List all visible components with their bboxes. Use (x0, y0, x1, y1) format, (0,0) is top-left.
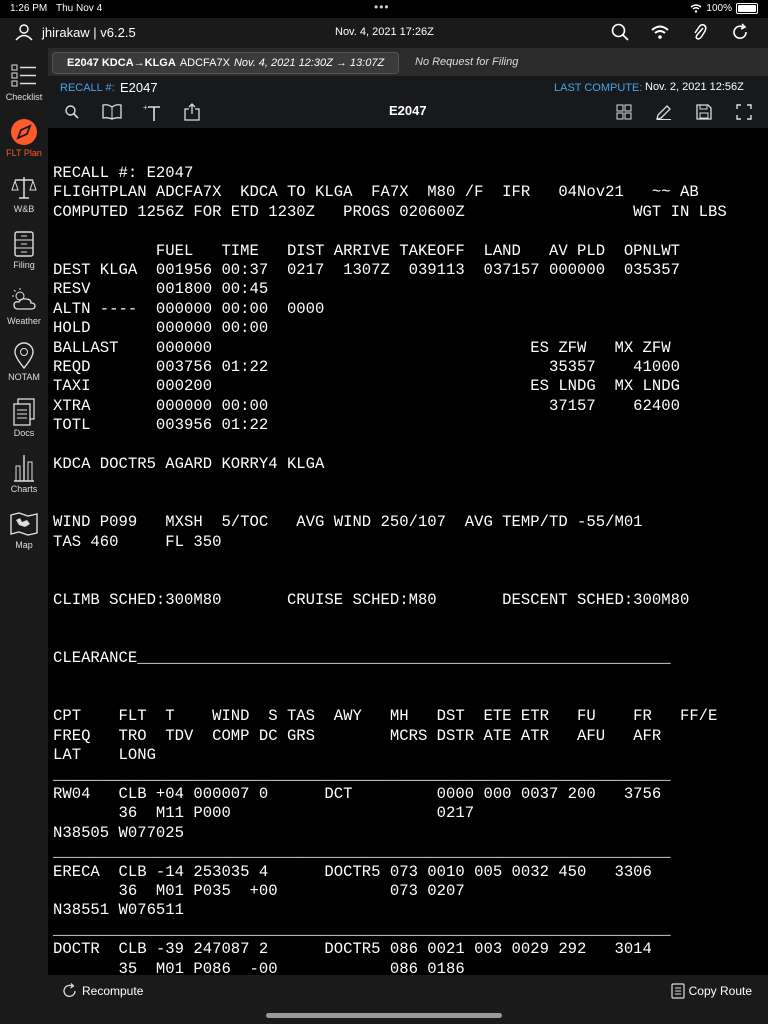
sidebar-item-label: FLT Plan (6, 148, 42, 158)
flight-plan-text: RECALL #: E2047 FLIGHTPLAN ADCFA7X KDCA … (53, 164, 727, 975)
sidebar-item-docs[interactable]: Docs (0, 392, 48, 448)
sidebar-item-notam[interactable]: NOTAM (0, 336, 48, 392)
sidebar-item-charts[interactable]: Charts (0, 448, 48, 504)
grid-icon[interactable] (614, 102, 634, 122)
sidebar-item-label: Charts (10, 484, 38, 494)
svg-text:+: + (143, 103, 148, 112)
flight-tab[interactable]: E2047 KDCA→KLGA ADCFA7X Nov. 4, 2021 12:… (52, 52, 400, 74)
sidebar-item-checklist[interactable]: Checklist (0, 56, 48, 112)
location-icon (10, 342, 38, 370)
tab-aircraft: ADCFA7X (179, 57, 230, 69)
pencil-icon[interactable] (654, 102, 674, 122)
sidebar-item-label: W&B (13, 204, 35, 214)
battery-percent: 100% (706, 3, 732, 14)
battery-status: 100% (690, 3, 758, 14)
sidebar-item-filing[interactable]: Filing (0, 224, 48, 280)
recompute-button[interactable]: Recompute (62, 983, 143, 999)
document-title: E2047 (389, 103, 427, 118)
chart-icon (10, 454, 38, 482)
search-icon[interactable] (62, 102, 82, 122)
filing-icon (10, 230, 38, 258)
sidebar-item-label: Checklist (5, 92, 43, 102)
map-icon (10, 510, 38, 538)
battery-fill (738, 5, 756, 12)
sidebar-item-wb[interactable]: W&B (0, 168, 48, 224)
weather-icon (10, 286, 38, 314)
flight-plan-document[interactable]: RECALL #: E2047 FLIGHTPLAN ADCFA7X KDCA … (48, 128, 768, 975)
share-icon[interactable] (182, 102, 202, 122)
recall-header: RECALL #: E2047 LAST COMPUTE: Nov. 2, 20… (48, 76, 768, 98)
home-indicator[interactable] (266, 1013, 502, 1018)
sidebar-item-label: NOTAM (8, 372, 40, 382)
last-compute-label: LAST COMPUTE: (554, 82, 643, 94)
last-compute-value: Nov. 2, 2021 12:56Z (645, 81, 744, 93)
wifi-status-icon (690, 4, 702, 13)
sidebar-item-flt-plan[interactable]: FLT Plan (0, 112, 48, 168)
battery-icon (736, 3, 758, 14)
text-size-icon[interactable]: + (142, 102, 162, 122)
refresh-icon[interactable] (730, 22, 750, 42)
recompute-label: Recompute (82, 984, 144, 998)
sidebar: Checklist FLT Plan W&B Filing Weather NO… (0, 48, 48, 1024)
compass-icon (10, 118, 38, 146)
sidebar-item-label: Map (15, 540, 33, 550)
document-toolbar: + E2047 (48, 98, 768, 128)
sidebar-item-weather[interactable]: Weather (0, 280, 48, 336)
sidebar-item-label: Weather (7, 316, 41, 326)
checklist-icon (10, 62, 38, 90)
sidebar-item-label: Filing (13, 260, 35, 270)
app-header: jhirakaw | v6.2.5 Nov. 4, 2021 17:26Z (0, 18, 768, 48)
sidebar-item-label: Docs (13, 428, 35, 438)
scale-icon (10, 174, 38, 202)
tab-time: Nov. 4, 2021 12:30Z → 13:07Z (233, 57, 385, 69)
recall-label: RECALL #: (60, 82, 115, 94)
header-actions (610, 22, 750, 42)
copy-route-button[interactable]: Copy Route (671, 983, 752, 999)
user-account[interactable]: jhirakaw | v6.2.5 (14, 22, 136, 42)
search-icon[interactable] (610, 22, 630, 42)
recall-value: E2047 (120, 80, 158, 95)
save-icon[interactable] (694, 102, 714, 122)
header-datetime: Nov. 4, 2021 17:26Z (335, 26, 434, 38)
recompute-icon (63, 983, 76, 997)
wifi-icon[interactable] (650, 22, 670, 42)
user-icon (15, 24, 33, 41)
paperclip-icon[interactable] (690, 22, 710, 42)
status-time: 1:26 PM (10, 3, 48, 14)
flight-tab-bar: E2047 KDCA→KLGA ADCFA7X Nov. 4, 2021 12:… (48, 48, 768, 76)
docs-icon (10, 398, 38, 426)
sidebar-item-map[interactable]: Map (0, 504, 48, 560)
user-version: jhirakaw | v6.2.5 (42, 24, 136, 40)
multitask-dots-icon[interactable]: ••• (374, 0, 390, 14)
copy-route-label: Copy Route (688, 984, 752, 998)
tab-route: E2047 KDCA→KLGA (67, 57, 176, 69)
copy-document-icon (671, 983, 685, 999)
status-date: Thu Nov 4 (56, 3, 103, 14)
status-bar: 1:26 PM Thu Nov 4 ••• 100% (0, 0, 768, 18)
expand-icon[interactable] (734, 102, 754, 122)
book-icon[interactable] (102, 102, 122, 122)
filing-request-status: No Request for Filing (415, 56, 519, 68)
